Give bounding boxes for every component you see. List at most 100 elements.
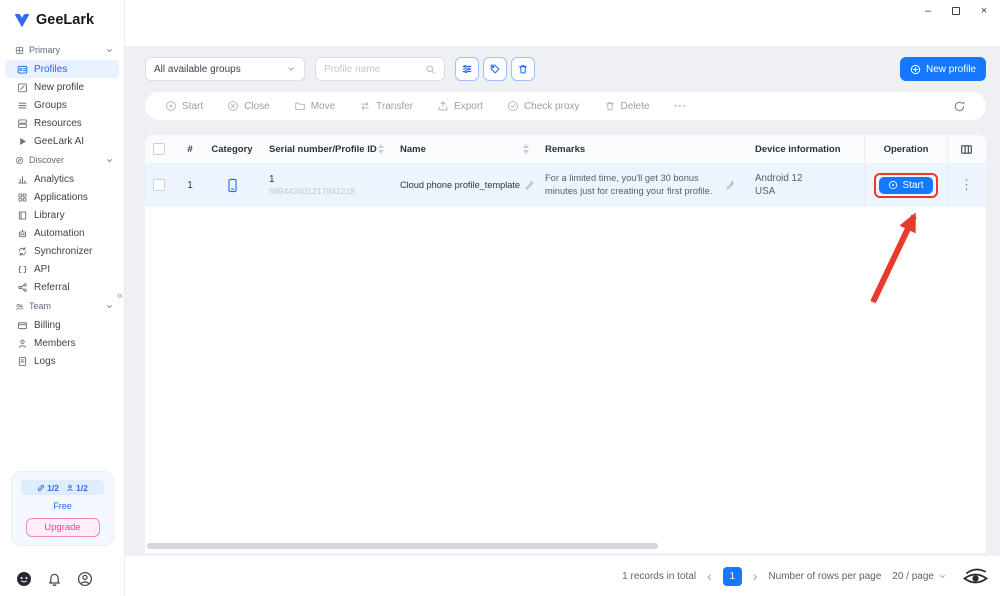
table-footer: 1 records in total ‹ 1 › Number of rows …	[125, 556, 1000, 596]
sidebar-item-label: Library	[34, 210, 65, 221]
group-filter-value: All available groups	[154, 64, 241, 75]
upgrade-button[interactable]: Upgrade	[26, 518, 100, 537]
sidebar-item-referral[interactable]: Referral	[0, 278, 124, 296]
current-page-button[interactable]: 1	[723, 567, 742, 586]
bulk-move-button[interactable]: Move	[294, 100, 335, 112]
plan-label: Free	[12, 501, 113, 511]
horizontal-scrollbar[interactable]	[147, 543, 658, 549]
sidebar-item-applications[interactable]: Applications	[0, 188, 124, 206]
bulk-export-button[interactable]: Export	[437, 100, 483, 112]
more-actions-icon[interactable]: ⋯	[673, 98, 686, 114]
page-size-select[interactable]: 20 / page	[892, 571, 947, 582]
sidebar-item-label: Synchronizer	[34, 246, 92, 257]
annotation-highlight-box: Start	[874, 173, 937, 198]
header-operation: Operation	[864, 135, 947, 163]
sidebar-nav: Primary Profiles New profile Groups Reso…	[0, 40, 124, 370]
sidebar-item-label: API	[34, 264, 50, 275]
sidebar-item-groups[interactable]: Groups	[0, 96, 124, 114]
automation-icon	[17, 228, 28, 239]
maximize-button[interactable]	[946, 2, 966, 19]
advanced-filter-button[interactable]	[455, 57, 479, 81]
select-all-checkbox[interactable]	[153, 143, 165, 155]
community-icon[interactable]	[16, 571, 32, 587]
chevron-down-icon	[286, 64, 296, 74]
bulk-check-proxy-button[interactable]: Check proxy	[507, 100, 580, 112]
row-profile-id: 589442601217841218	[269, 186, 355, 197]
sidebar-item-profiles[interactable]: Profiles	[5, 60, 119, 78]
sidebar-item-resources[interactable]: Resources	[0, 114, 124, 132]
person-icon	[66, 484, 74, 492]
sidebar-item-synchronizer[interactable]: Synchronizer	[0, 242, 124, 260]
sidebar-item-billing[interactable]: Billing	[0, 316, 124, 334]
profiles-table: # Category Serial number/Profile ID Name…	[145, 135, 986, 553]
next-page-icon[interactable]: ›	[753, 568, 758, 584]
sidebar-item-logs[interactable]: Logs	[0, 352, 124, 370]
tutorial-eye-icon[interactable]	[962, 566, 989, 588]
sidebar-item-geelark-ai[interactable]: GeeLark AI	[0, 132, 124, 150]
sidebar-item-members[interactable]: Members	[0, 334, 124, 352]
sort-icons[interactable]	[378, 144, 384, 154]
start-profile-button[interactable]: Start	[879, 177, 932, 194]
row-remarks-cell: For a limited time, you'll get 30 bonus …	[537, 172, 747, 197]
edit-remarks-icon[interactable]	[725, 180, 735, 190]
header-category: Category	[207, 144, 257, 155]
header-settings	[947, 135, 985, 163]
sidebar-item-label: Logs	[34, 356, 56, 367]
library-icon	[17, 210, 28, 221]
refresh-button[interactable]	[953, 100, 966, 113]
tags-button[interactable]	[483, 57, 507, 81]
minimize-button[interactable]: –	[918, 2, 938, 19]
minimize-icon: –	[925, 5, 931, 17]
geelark-logo-icon	[13, 11, 31, 29]
header-serial: Serial number/Profile ID	[257, 144, 392, 155]
column-settings-icon[interactable]	[960, 143, 973, 156]
sidebar-item-label: Applications	[34, 192, 88, 203]
row-serial-cell: 1 589442601217841218	[257, 173, 392, 197]
sidebar-collapse-icon[interactable]: «	[117, 290, 123, 302]
bulk-transfer-button[interactable]: Transfer	[359, 100, 413, 112]
close-window-button[interactable]: ×	[974, 2, 994, 19]
bulk-start-label: Start	[182, 101, 203, 112]
row-more-menu-icon[interactable]: ⋮	[960, 177, 973, 193]
sidebar-item-api[interactable]: API	[0, 260, 124, 278]
resources-icon	[17, 118, 28, 129]
sidebar-item-library[interactable]: Library	[0, 206, 124, 224]
row-checkbox[interactable]	[153, 179, 165, 191]
recycle-bin-button[interactable]	[511, 57, 535, 81]
members-icon	[17, 338, 28, 349]
refresh-icon	[953, 100, 966, 113]
group-filter-select[interactable]: All available groups	[145, 57, 305, 81]
sidebar-item-new-profile[interactable]: New profile	[0, 78, 124, 96]
bulk-delete-button[interactable]: Delete	[604, 100, 650, 112]
edit-name-icon[interactable]	[524, 180, 534, 190]
account-avatar-icon[interactable]	[77, 571, 93, 587]
sidebar-section-primary[interactable]: Primary	[0, 40, 124, 60]
maximize-icon	[952, 7, 960, 15]
sidebar-item-label: Automation	[34, 228, 85, 239]
sidebar-item-automation[interactable]: Automation	[0, 224, 124, 242]
prev-page-icon[interactable]: ‹	[707, 568, 712, 584]
groups-icon	[17, 100, 28, 111]
profile-search	[315, 57, 445, 81]
sidebar-section-team[interactable]: Team	[0, 296, 124, 316]
bulk-start-button[interactable]: Start	[165, 100, 203, 112]
search-icon[interactable]	[425, 64, 436, 75]
start-label: Start	[902, 180, 923, 191]
sort-icons[interactable]	[523, 144, 529, 154]
row-device-os: Android 12	[755, 172, 802, 185]
link-icon	[37, 484, 45, 492]
profile-search-input[interactable]	[324, 64, 425, 75]
main-content: All available groups New profile Start	[125, 46, 1000, 556]
sidebar-item-analytics[interactable]: Analytics	[0, 170, 124, 188]
api-icon	[17, 264, 28, 275]
move-folder-icon	[294, 100, 306, 112]
members-usage: 1/2	[66, 483, 88, 493]
sidebar-section-discover[interactable]: Discover	[0, 150, 124, 170]
header-remarks: Remarks	[537, 144, 747, 155]
notifications-bell-icon[interactable]	[47, 572, 62, 587]
plus-circle-icon	[910, 64, 921, 75]
new-profile-button[interactable]: New profile	[900, 57, 986, 81]
bulk-close-button[interactable]: Close	[227, 100, 270, 112]
new-profile-icon	[17, 82, 28, 93]
environments-usage: 1/2	[37, 483, 59, 493]
